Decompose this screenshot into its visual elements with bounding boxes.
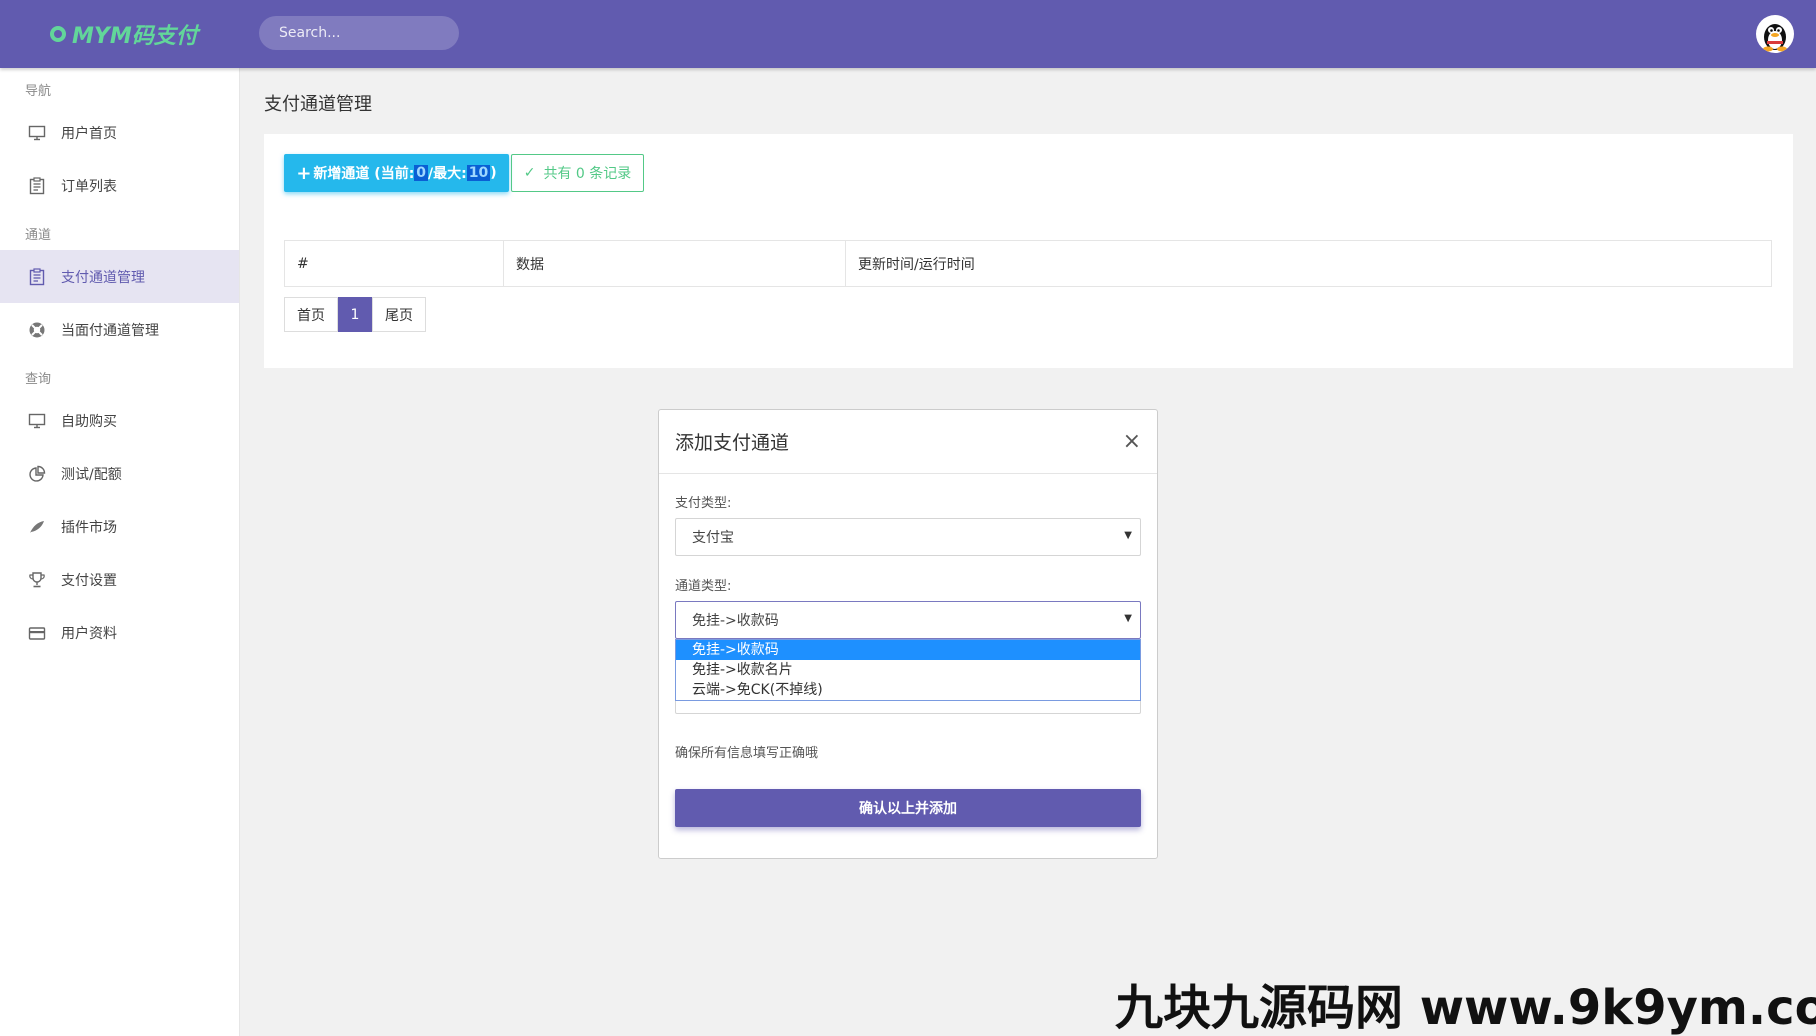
app-logo[interactable]: MYM码支付 (50, 20, 198, 49)
sidebar-item-label: 用户资料 (61, 625, 117, 642)
add-channel-label-middle: /最大: (428, 166, 467, 182)
close-icon[interactable]: × (1123, 429, 1141, 454)
sidebar-item-face-pay-channels[interactable]: 当面付通道管理 (0, 303, 239, 356)
check-icon: ✓ (523, 165, 536, 181)
channel-type-label: 通道类型: (675, 579, 732, 594)
record-count-badge: ✓ 共有 0 条记录 (511, 154, 644, 192)
add-channel-modal: 添加支付通道 × 支付类型: 支付宝 ▼ 通道类型: 免挂->收款码 ▼ 免挂-… (658, 409, 1158, 859)
pie-chart-icon (29, 465, 46, 482)
dropdown-option[interactable]: 云端->免CK(不掉线) (676, 680, 1140, 700)
user-avatar[interactable] (1756, 15, 1794, 53)
record-count-text: 共有 0 条记录 (543, 166, 632, 182)
pagination: 首页 1 尾页 (284, 297, 426, 332)
nav-section-label: 查询 (25, 372, 52, 387)
pager-first[interactable]: 首页 (284, 297, 338, 332)
current-count: 0 (414, 165, 429, 181)
channel-panel: + 新增通道 (当前: 0 /最大: 10 ) ✓ 共有 0 条记录 # 数据 … (264, 134, 1793, 368)
pager-last[interactable]: 尾页 (372, 297, 426, 332)
channel-table: # 数据 更新时间/运行时间 (284, 240, 1772, 287)
channel-type-value: 免挂->收款码 (692, 613, 779, 629)
lifebuoy-icon (29, 322, 45, 337)
logo-icon (50, 26, 66, 42)
sidebar: 导航 用户首页 订单列表 通道 支付通道管理 当面付通道管理 查询 自助购买 测… (0, 68, 240, 1036)
plus-icon: + (296, 162, 312, 184)
sidebar-item-label: 自助购买 (61, 413, 117, 430)
top-bar: MYM码支付 (0, 0, 1816, 68)
page-title: 支付通道管理 (264, 94, 372, 115)
nav-section-label: 导航 (25, 84, 52, 99)
sidebar-item-user-home[interactable]: 用户首页 (0, 106, 239, 159)
sidebar-item-label: 当面付通道管理 (61, 322, 159, 339)
table-header-row: # 数据 更新时间/运行时间 (284, 240, 1772, 287)
dropdown-option[interactable]: 免挂->收款名片 (676, 660, 1140, 680)
add-channel-label-suffix: ) (490, 165, 497, 181)
watermark-text: 九块九源码网 www.9k9ym.com (1115, 980, 1816, 1036)
sidebar-item-label: 用户首页 (61, 125, 117, 142)
sidebar-item-label: 支付设置 (61, 572, 117, 589)
pay-type-label: 支付类型: (675, 496, 732, 511)
monitor-icon (28, 413, 46, 428)
sidebar-item-label: 插件市场 (61, 519, 117, 536)
monitor-icon (28, 125, 46, 140)
channel-type-select[interactable]: 免挂->收款码 ▼ (675, 601, 1141, 639)
column-header-data: 数据 (503, 240, 846, 287)
pager-current-page[interactable]: 1 (338, 297, 372, 332)
clipboard-icon (29, 267, 45, 285)
add-channel-label-prefix: 新增通道 (当前: (313, 166, 415, 182)
search-input[interactable] (279, 25, 453, 41)
sidebar-item-payment-settings[interactable]: 支付设置 (0, 553, 239, 606)
sidebar-item-order-list[interactable]: 订单列表 (0, 159, 239, 212)
pay-type-select[interactable]: 支付宝 ▼ (675, 518, 1141, 556)
chevron-down-icon: ▼ (1124, 530, 1132, 541)
credit-card-icon (28, 626, 46, 640)
clipboard-icon (29, 176, 45, 194)
pay-type-value: 支付宝 (692, 530, 734, 546)
nav-section-label: 通道 (25, 228, 52, 243)
sidebar-item-self-purchase[interactable]: 自助购买 (0, 394, 239, 447)
sidebar-item-label: 订单列表 (61, 178, 117, 195)
column-header-index: # (284, 240, 504, 287)
max-count: 10 (466, 165, 491, 181)
chevron-down-icon: ▼ (1124, 613, 1132, 624)
column-header-time: 更新时间/运行时间 (845, 240, 1772, 287)
modal-title: 添加支付通道 (675, 432, 790, 454)
channel-type-dropdown: 免挂->收款码 免挂->收款名片 云端->免CK(不掉线) (675, 639, 1141, 701)
confirm-add-button[interactable]: 确认以上并添加 (675, 789, 1141, 827)
feather-icon (30, 520, 44, 533)
sidebar-item-test-quota[interactable]: 测试/配额 (0, 447, 239, 500)
form-tip: 确保所有信息填写正确哦 (675, 746, 819, 761)
dropdown-option[interactable]: 免挂->收款码 (676, 640, 1140, 660)
add-channel-button[interactable]: + 新增通道 (当前: 0 /最大: 10 ) (284, 154, 509, 192)
sidebar-item-label: 支付通道管理 (61, 269, 145, 286)
sidebar-item-payment-channels[interactable]: 支付通道管理 (0, 250, 239, 303)
penguin-avatar-icon (1763, 24, 1787, 52)
sidebar-item-user-profile[interactable]: 用户资料 (0, 606, 239, 659)
sidebar-item-label: 测试/配额 (61, 466, 122, 483)
sidebar-item-plugin-market[interactable]: 插件市场 (0, 500, 239, 553)
trophy-icon (29, 571, 45, 587)
search-box (259, 16, 459, 50)
logo-text: MYM码支付 (72, 24, 198, 49)
modal-header: 添加支付通道 × (659, 410, 1157, 474)
